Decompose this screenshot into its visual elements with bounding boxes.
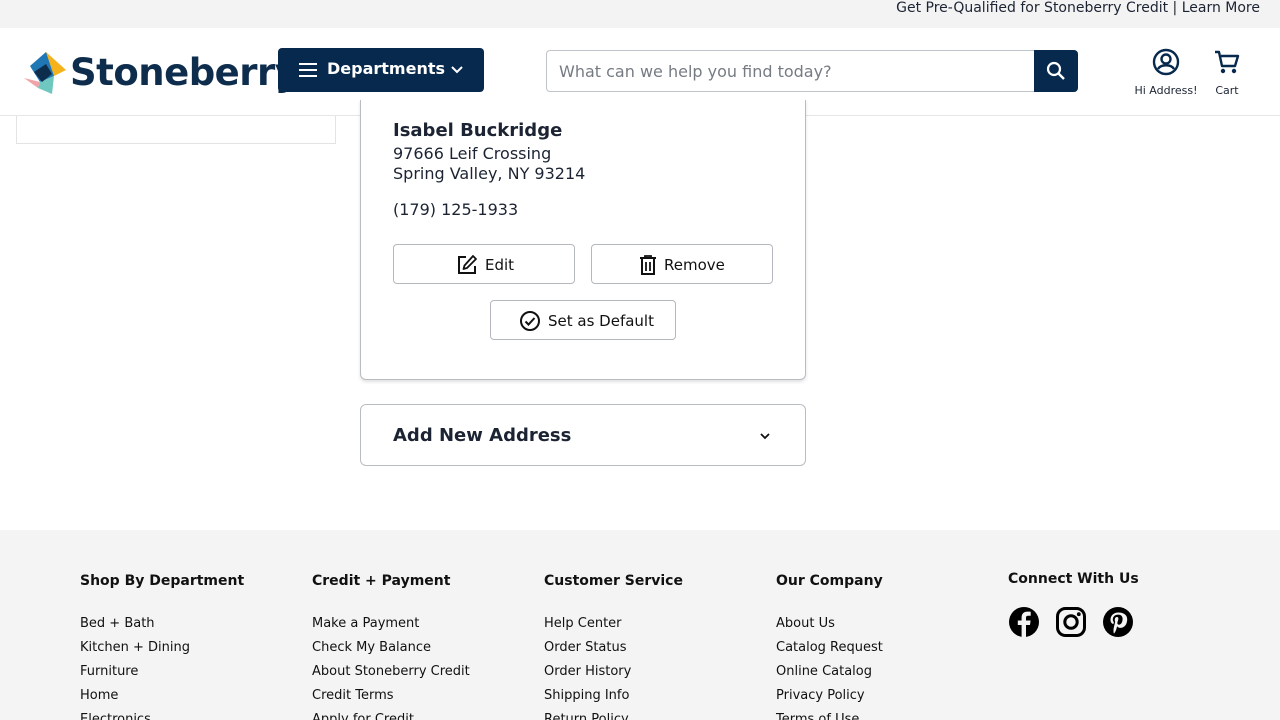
- site-footer: Shop By Department Bed + Bath Kitchen + …: [0, 530, 1280, 720]
- footer-link[interactable]: Kitchen + Dining: [80, 636, 244, 660]
- footer-link[interactable]: Make a Payment: [312, 612, 470, 636]
- social-links: [1008, 606, 1144, 638]
- stoneberry-logo[interactable]: Stoneberry: [24, 52, 299, 94]
- footer-link[interactable]: Furniture: [80, 660, 244, 684]
- account-icon: [1152, 48, 1180, 76]
- add-new-address-toggle[interactable]: Add New Address: [360, 404, 806, 466]
- footer-column-customer-service: Customer Service Help Center Order Statu…: [544, 572, 683, 720]
- promo-link[interactable]: Get Pre-Qualified for Stoneberry Credit …: [896, 0, 1260, 17]
- address-city-state-zip: Spring Valley, NY 93214: [393, 164, 586, 183]
- address-card: Isabel Buckridge 97666 Leif Crossing Spr…: [360, 100, 806, 380]
- remove-address-button[interactable]: Remove: [591, 244, 773, 284]
- footer-link[interactable]: Terms of Use: [776, 708, 883, 720]
- edit-icon: [458, 255, 477, 274]
- chevron-down-icon: [451, 66, 463, 74]
- footer-link[interactable]: About Stoneberry Credit: [312, 660, 470, 684]
- trash-icon: [640, 255, 656, 275]
- footer-link[interactable]: Home: [80, 684, 244, 708]
- footer-link[interactable]: About Us: [776, 612, 883, 636]
- footer-social: Connect With Us: [1008, 570, 1144, 638]
- address-street: 97666 Leif Crossing: [393, 144, 552, 163]
- footer-social-title: Connect With Us: [1008, 571, 1139, 587]
- footer-column-title: Customer Service: [544, 573, 683, 589]
- footer-link[interactable]: Privacy Policy: [776, 684, 883, 708]
- footer-column-title: Shop By Department: [80, 573, 245, 589]
- footer-link[interactable]: Apply for Credit: [312, 708, 470, 720]
- account-link[interactable]: Hi Address!: [1130, 48, 1202, 100]
- footer-column-shop-by-department: Shop By Department Bed + Bath Kitchen + …: [80, 572, 244, 720]
- footer-link[interactable]: Shipping Info: [544, 684, 683, 708]
- footer-column-title: Our Company: [776, 573, 883, 589]
- footer-link[interactable]: Order History: [544, 660, 683, 684]
- departments-label: Departments: [327, 59, 446, 78]
- footer-link[interactable]: Help Center: [544, 612, 683, 636]
- account-label: Hi Address!: [1134, 84, 1198, 97]
- check-circle-icon: [520, 311, 540, 331]
- edit-address-button[interactable]: Edit: [393, 244, 575, 284]
- search-icon: [1046, 61, 1065, 80]
- footer-link[interactable]: Electronics: [80, 708, 244, 720]
- footer-column-our-company: Our Company About Us Catalog Request Onl…: [776, 572, 883, 720]
- footer-link[interactable]: Order Status: [544, 636, 683, 660]
- footer-link[interactable]: Bed + Bath: [80, 612, 244, 636]
- chevron-down-icon: [760, 433, 770, 440]
- footer-column-credit-payment: Credit + Payment Make a Payment Check My…: [312, 572, 470, 720]
- search-input[interactable]: [546, 50, 1036, 92]
- set-default-label: Set as Default: [548, 312, 654, 330]
- footer-link[interactable]: Credit Terms: [312, 684, 470, 708]
- address-name: Isabel Buckridge: [393, 120, 563, 141]
- departments-button[interactable]: Departments: [278, 48, 484, 92]
- footer-link[interactable]: Check My Balance: [312, 636, 470, 660]
- logo-mark-icon: [24, 52, 66, 94]
- cart-icon: [1215, 50, 1240, 74]
- footer-link[interactable]: Online Catalog: [776, 660, 883, 684]
- edit-label: Edit: [485, 256, 515, 274]
- set-default-button[interactable]: Set as Default: [490, 300, 676, 340]
- add-new-address-label: Add New Address: [393, 425, 572, 446]
- footer-column-title: Credit + Payment: [312, 573, 451, 589]
- logo-text: Stoneberry: [70, 51, 299, 94]
- footer-link[interactable]: Return Policy: [544, 708, 683, 720]
- facebook-icon[interactable]: [1008, 606, 1040, 638]
- menu-icon: [299, 63, 317, 77]
- pinterest-icon[interactable]: [1102, 606, 1134, 638]
- cart-link[interactable]: Cart: [1206, 48, 1248, 100]
- remove-label: Remove: [664, 256, 725, 274]
- account-sidebar: [16, 116, 336, 144]
- address-phone: (179) 125-1933: [393, 200, 519, 219]
- footer-link[interactable]: Catalog Request: [776, 636, 883, 660]
- cart-label: Cart: [1215, 84, 1239, 97]
- promo-bar: Get Pre-Qualified for Stoneberry Credit …: [0, 0, 1280, 28]
- instagram-icon[interactable]: [1055, 606, 1087, 638]
- search-button[interactable]: [1034, 50, 1078, 92]
